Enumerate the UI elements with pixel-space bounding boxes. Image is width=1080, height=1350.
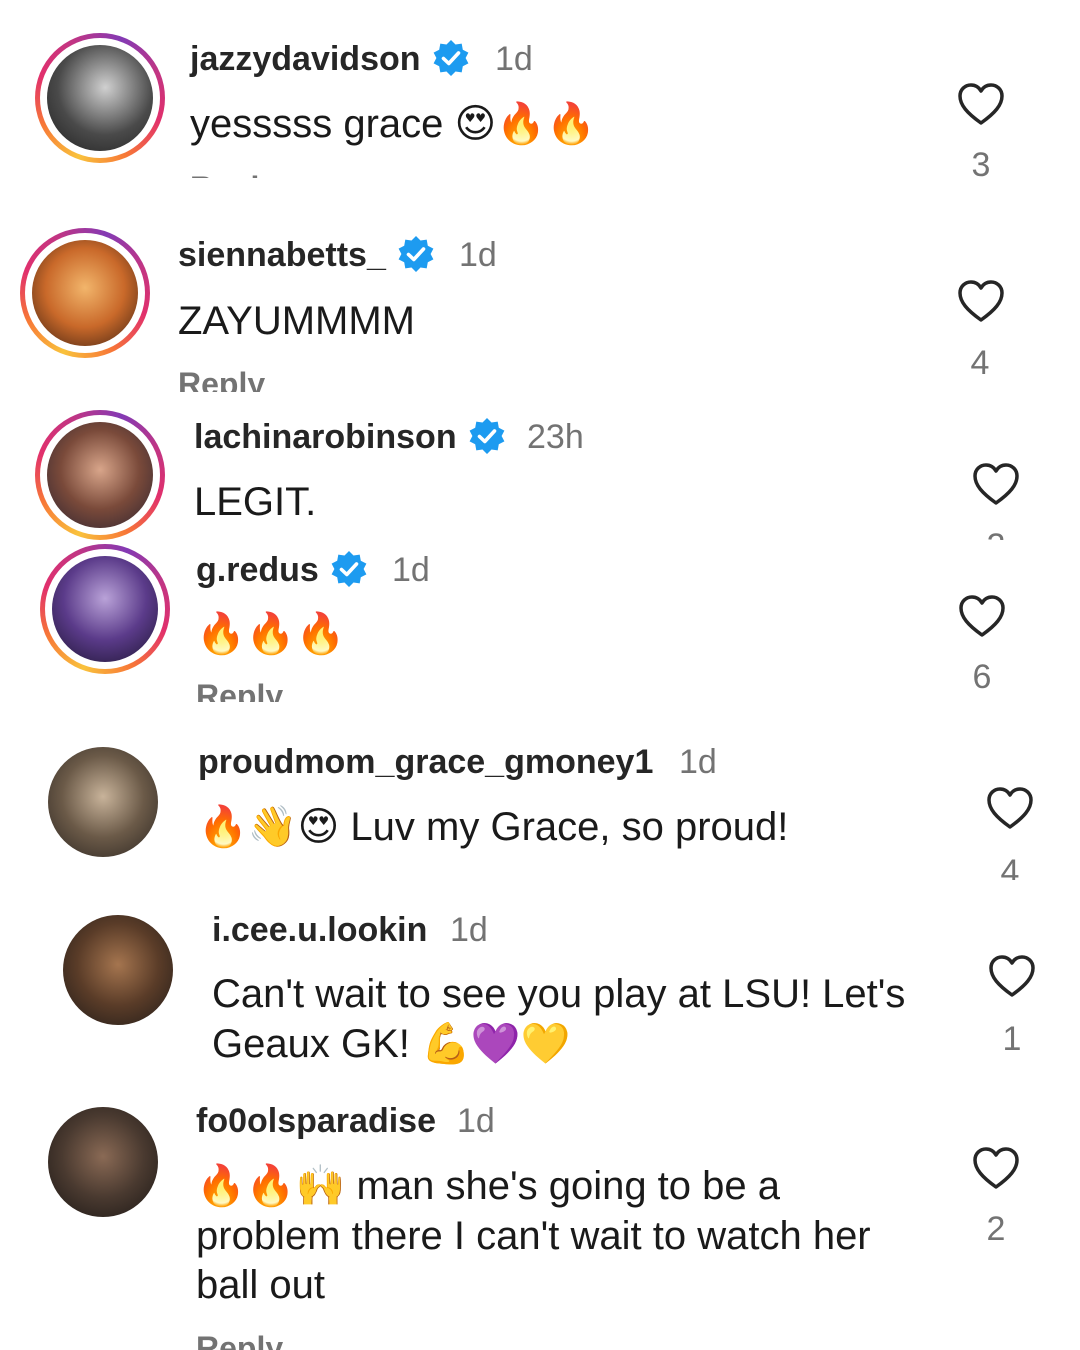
comment-text: problem there I can't wait to watch her <box>196 1214 871 1258</box>
username[interactable]: fo0olsparadise <box>196 1102 436 1141</box>
reply-button[interactable]: Reply <box>196 1328 283 1350</box>
comment-text: 🔥🔥🙌 man she's going to be a <box>196 1164 781 1208</box>
comment-time: 1d <box>457 1102 495 1140</box>
comment-text: ball out <box>196 1263 325 1307</box>
heart-icon[interactable] <box>972 1146 1020 1190</box>
comment-item: fo0olsparadise 1d 🔥🔥🙌 man she's going to… <box>0 0 1080 1350</box>
like-count: 2 <box>986 1210 1006 1248</box>
avatar[interactable] <box>48 1107 158 1217</box>
